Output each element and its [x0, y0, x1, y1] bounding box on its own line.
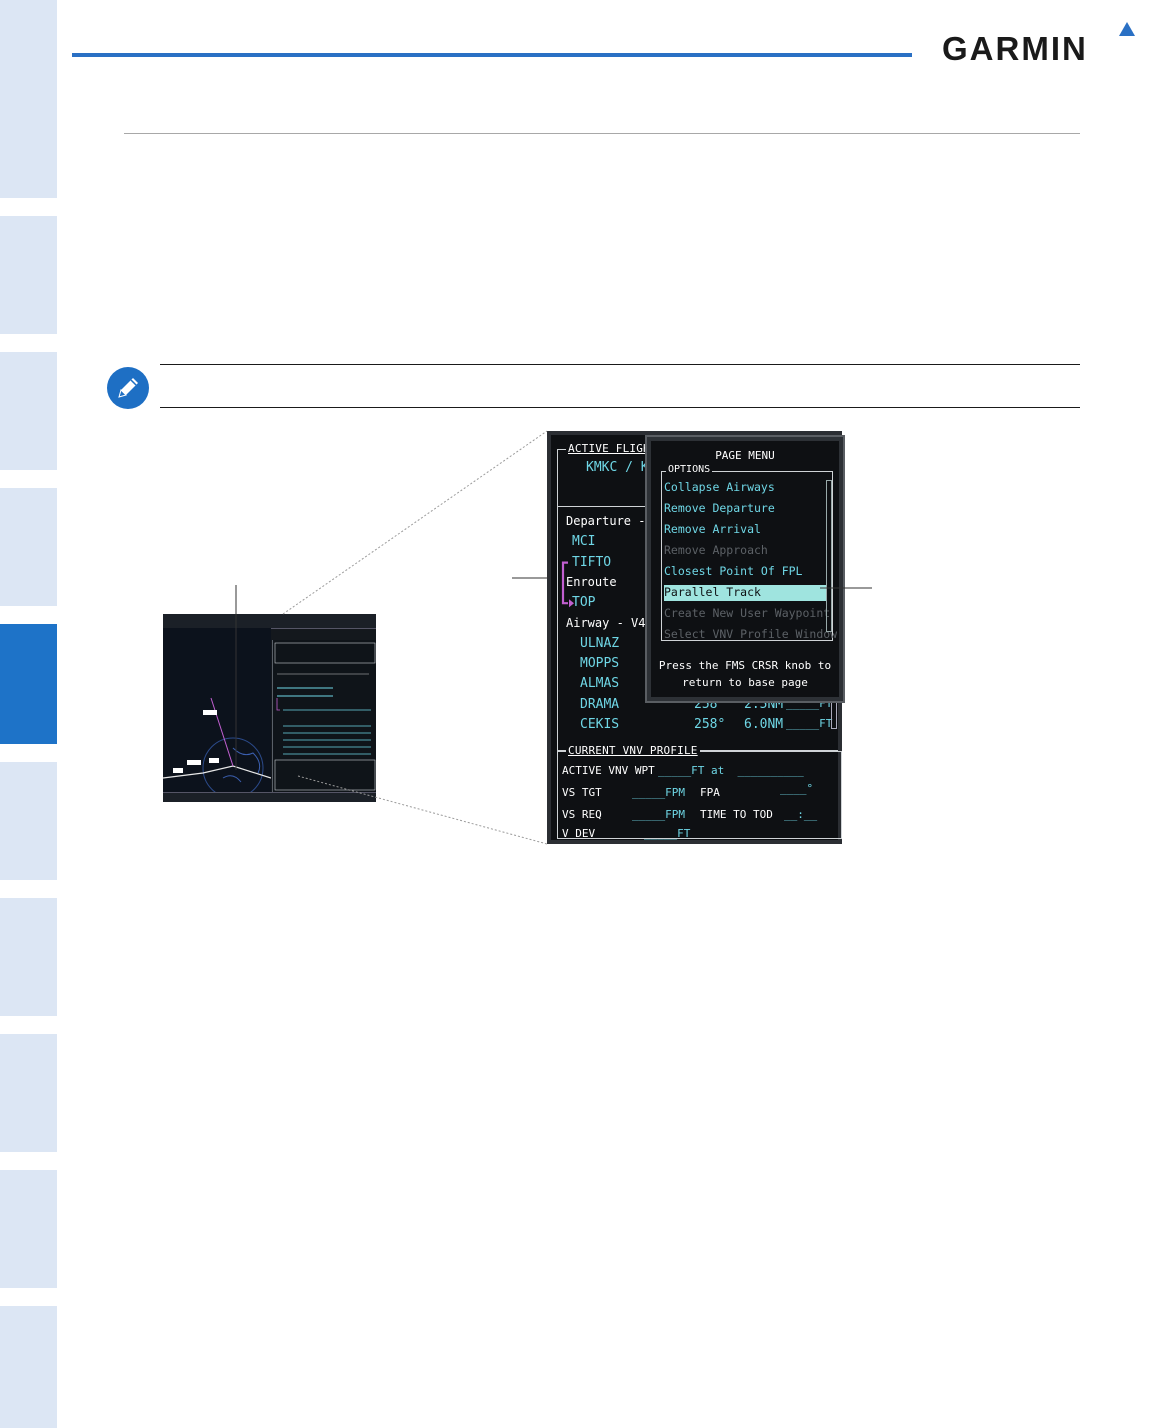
- side-tab-8[interactable]: [0, 1034, 57, 1152]
- fpl-row-mopps[interactable]: MOPPS: [580, 656, 619, 671]
- garmin-logo: GARMIN: [942, 22, 1142, 67]
- vs-tgt-label: VS TGT: [562, 786, 602, 799]
- vnv-profile-box: CURRENT VNV PROFILE ACTIVE VNV WPT _____…: [557, 744, 842, 840]
- side-tab-strip: [0, 0, 57, 1428]
- page-menu: PAGE MENU OPTIONS Collapse Airways Remove…: [645, 435, 845, 703]
- side-tab-10[interactable]: [0, 1306, 57, 1428]
- vnv-box-title: CURRENT VNV PROFILE: [566, 744, 700, 757]
- side-tab-1[interactable]: [0, 0, 57, 198]
- fpl-row-alt[interactable]: _____FT: [786, 717, 832, 730]
- active-leg-bracket: [561, 561, 574, 608]
- v-dev-label: V DEV: [562, 827, 596, 840]
- menu-item-closest-point-of-fpl[interactable]: Closest Point Of FPL: [664, 564, 826, 580]
- pencil-note-icon: [106, 366, 150, 410]
- menu-item-remove-approach: Remove Approach: [664, 543, 768, 557]
- options-box: OPTIONS Collapse Airways Remove Departure…: [661, 464, 838, 641]
- note-rule-top: [160, 364, 1080, 365]
- page-menu-inner: PAGE MENU OPTIONS Collapse Airways Remove…: [651, 441, 839, 697]
- side-tab-9[interactable]: [0, 1170, 57, 1288]
- menu-item-remove-departure[interactable]: Remove Departure: [664, 501, 826, 517]
- thumbnail-top-bar: [163, 614, 376, 629]
- side-tab-3[interactable]: [0, 352, 57, 470]
- screen-display: ACTIVE FLIGHT KMKC / KC Departure - K MCI…: [551, 435, 845, 840]
- active-vnv-wpt-value: _____FT at __________: [658, 764, 804, 777]
- fpl-row-cekis[interactable]: CEKIS: [580, 717, 619, 732]
- side-tab-6[interactable]: [0, 762, 57, 880]
- fpl-row-ulnaz[interactable]: ULNAZ: [580, 636, 619, 651]
- menu-item-parallel-track[interactable]: Parallel Track: [664, 585, 826, 601]
- menu-item-remove-arrival[interactable]: Remove Arrival: [664, 522, 826, 538]
- options-scrollbar[interactable]: [826, 480, 832, 632]
- time-to-tod-value: __:__: [784, 808, 818, 821]
- page-menu-instruction: Press the FMS CRSR knob to return to bas…: [651, 657, 839, 691]
- options-title: OPTIONS: [666, 464, 713, 475]
- active-flight-plan-screen: ACTIVE FLIGHT KMKC / KC Departure - K MCI…: [547, 431, 845, 844]
- v-dev-value: _____FT: [644, 827, 691, 840]
- menu-item-create-new-user-waypoint: Create New User Waypoint: [664, 606, 831, 620]
- fpl-row-drama[interactable]: DRAMA: [580, 697, 619, 712]
- active-vnv-wpt-label: ACTIVE VNV WPT: [562, 764, 655, 777]
- mfd-thumbnail: [163, 614, 376, 802]
- page-menu-title: PAGE MENU: [715, 449, 775, 462]
- svg-text:GARMIN: GARMIN: [942, 30, 1088, 64]
- fpl-row-almas[interactable]: ALMAS: [580, 676, 619, 691]
- thumbnail-flight-plan: [272, 640, 376, 792]
- menu-item-select-vnv-profile-window: Select VNV Profile Window: [664, 627, 838, 641]
- fpa-label: FPA: [700, 786, 720, 799]
- fpl-row-dis: 6.0NM: [744, 717, 784, 732]
- instruction-line-2: return to base page: [682, 676, 808, 689]
- vs-req-value: _____FPM: [632, 808, 685, 821]
- side-tab-2[interactable]: [0, 216, 57, 334]
- fpl-row-dtk: 258°: [694, 717, 726, 732]
- side-tab-4[interactable]: [0, 488, 57, 606]
- section-rule: [124, 133, 1080, 134]
- thumbnail-map: [163, 628, 272, 799]
- vs-req-label: VS REQ: [562, 808, 602, 821]
- header-rule: [72, 53, 912, 57]
- menu-item-collapse-airways[interactable]: Collapse Airways: [664, 480, 826, 496]
- fpa-value: ____°: [780, 782, 814, 795]
- instruction-line-1: Press the FMS CRSR knob to: [658, 659, 832, 672]
- side-tab-7[interactable]: [0, 898, 57, 1016]
- vs-tgt-value: _____FPM: [632, 786, 685, 799]
- thumbnail-softkeys: [163, 792, 376, 802]
- side-tab-flight-management[interactable]: [0, 624, 57, 744]
- note-rule-bottom: [160, 407, 1080, 408]
- time-to-tod-label: TIME TO TOD: [700, 808, 773, 821]
